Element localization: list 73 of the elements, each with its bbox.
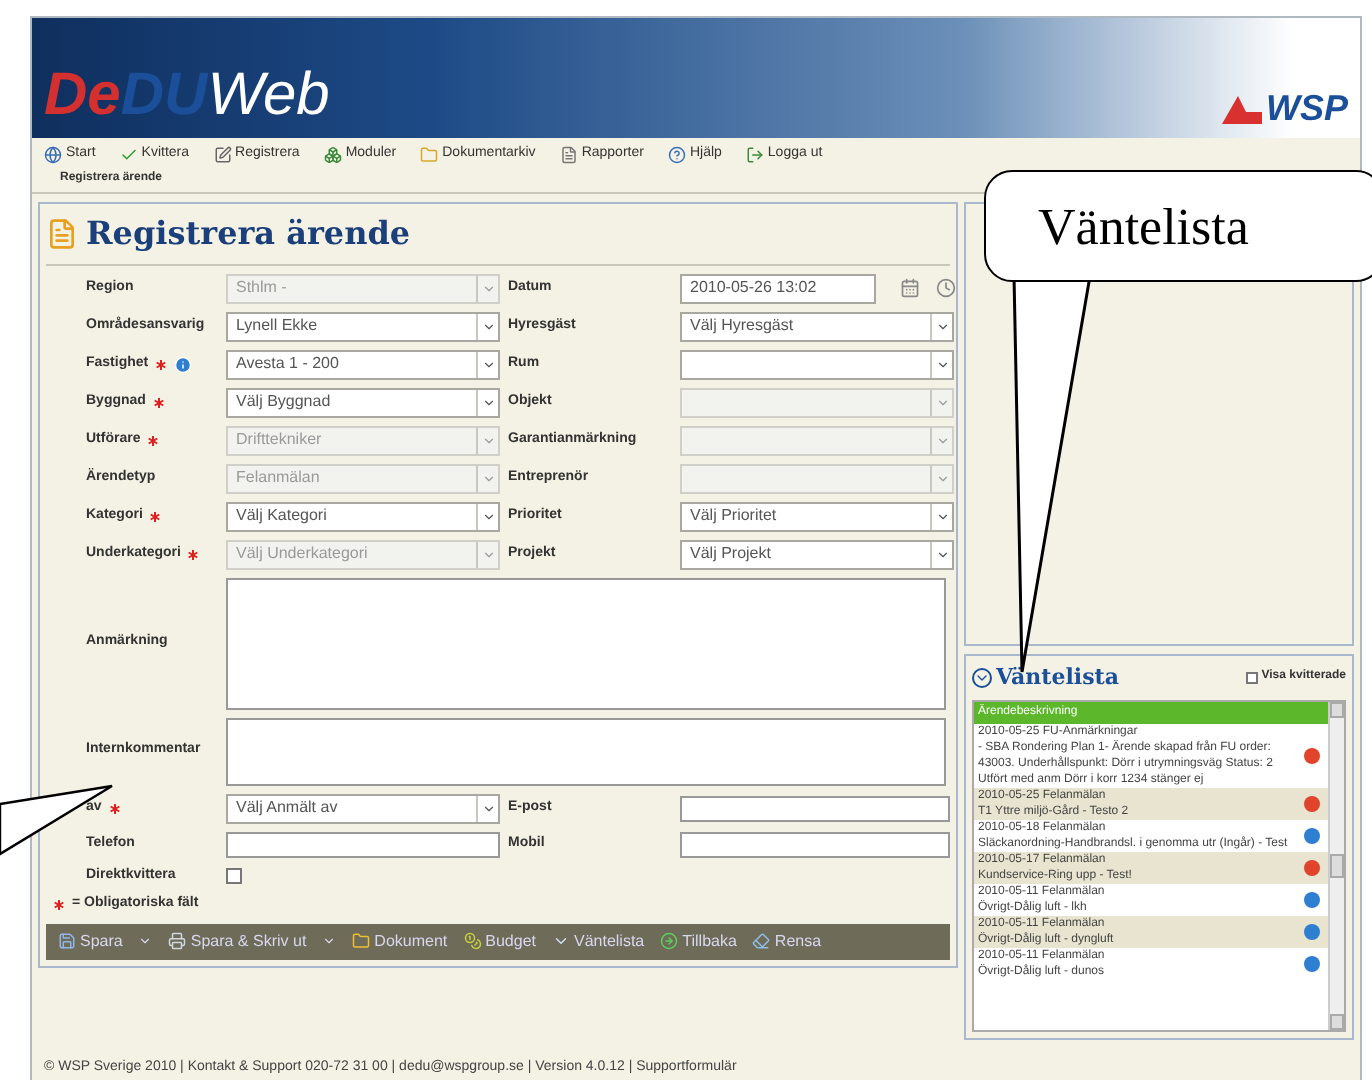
dropdown-field[interactable]: Avesta 1 - 200 (226, 349, 500, 379)
arrow-circle-icon (660, 932, 679, 950)
dropdown-arrow-icon (476, 503, 498, 529)
coins-icon (463, 932, 482, 950)
save-icon (58, 932, 76, 950)
collapse-icon[interactable] (972, 667, 992, 688)
toolbar-button[interactable]: Spara (58, 929, 153, 953)
logout-icon (745, 145, 764, 164)
comment-textarea[interactable] (226, 717, 946, 785)
dropdown-arrow-icon (930, 313, 952, 339)
callout-bubble: Väntelista (984, 170, 1372, 282)
dropdown-field[interactable] (680, 349, 954, 379)
clipboard-icon (46, 217, 78, 249)
chevron-icon (552, 932, 570, 950)
print-icon (168, 932, 187, 950)
dropdown-arrow-icon (476, 351, 498, 377)
info-icon (174, 355, 193, 373)
checkbox[interactable] (1245, 671, 1258, 684)
toolbar-button[interactable]: Väntelista (552, 929, 645, 953)
dropdown-arrow-icon (476, 795, 498, 821)
dropdown-field[interactable]: Välj Prioritet (680, 501, 954, 531)
dropdown-field[interactable]: Välj Projekt (680, 539, 954, 569)
form-title: Registrera ärende (86, 211, 411, 255)
required-asterisk-icon (148, 435, 159, 445)
required-asterisk-icon (150, 511, 161, 521)
dropdown-arrow-icon (476, 313, 498, 339)
text-field[interactable] (680, 795, 950, 821)
dropdown-field[interactable]: Välj Hyresgäst (680, 311, 954, 341)
boxes-icon (323, 145, 342, 164)
eraser-icon (752, 932, 771, 950)
date-field[interactable]: 2010-05-26 13:02 (680, 273, 876, 303)
dropdown-arrow-icon (930, 427, 952, 453)
dropdown-field[interactable]: Lynell Ekke (226, 311, 500, 341)
dropdown-field[interactable]: Välj Byggnad (226, 387, 500, 417)
required-asterisk-icon (109, 803, 120, 813)
check-icon (119, 145, 138, 164)
dropdown-arrow-icon (476, 389, 498, 415)
required-asterisk-icon (156, 359, 167, 369)
required-asterisk-icon (188, 549, 199, 559)
required-asterisk-icon (153, 397, 164, 407)
help-icon (667, 145, 686, 164)
text-field[interactable] (680, 831, 950, 857)
toolbar-button[interactable]: Dokument (352, 929, 448, 953)
dropdown-field[interactable]: Välj Kategori (226, 501, 500, 531)
calendar-icon[interactable] (900, 278, 920, 298)
dropdown-arrow-icon (476, 275, 498, 301)
dropdown-arrow-icon (476, 427, 498, 453)
remark-textarea[interactable] (226, 577, 946, 709)
dropdown-arrow-icon (476, 465, 498, 491)
folder-icon (420, 145, 439, 164)
toolbar-button[interactable]: Budget (463, 929, 536, 953)
document-icon (559, 145, 578, 164)
edit-icon (213, 145, 232, 164)
folder-icon (352, 932, 371, 950)
clock-icon[interactable] (936, 278, 956, 298)
toolbar-button[interactable]: Rensa (752, 929, 822, 953)
text-field[interactable] (226, 831, 500, 857)
dropdown-arrow-icon (930, 503, 952, 529)
required-asterisk-icon (54, 899, 64, 910)
globe-icon (44, 145, 62, 164)
brand-name: WSP (1265, 90, 1348, 126)
scrollbar[interactable] (1328, 702, 1344, 1030)
dropdown-field[interactable]: Välj Anmält av (226, 793, 500, 823)
toolbar-button[interactable]: Spara & Skriv ut (168, 929, 337, 953)
toolbar-button[interactable]: Tillbaka (660, 929, 737, 953)
dropdown-arrow-icon (930, 351, 952, 377)
dropdown-arrow-icon (930, 541, 952, 567)
waitlist-title: Väntelista (996, 661, 1119, 693)
brand-logo-icon (1221, 92, 1262, 124)
dropdown-arrow-icon (930, 389, 952, 415)
dropdown-arrow-icon (930, 465, 952, 491)
checkbox[interactable] (226, 867, 242, 884)
dropdown-arrow-icon (476, 541, 498, 567)
